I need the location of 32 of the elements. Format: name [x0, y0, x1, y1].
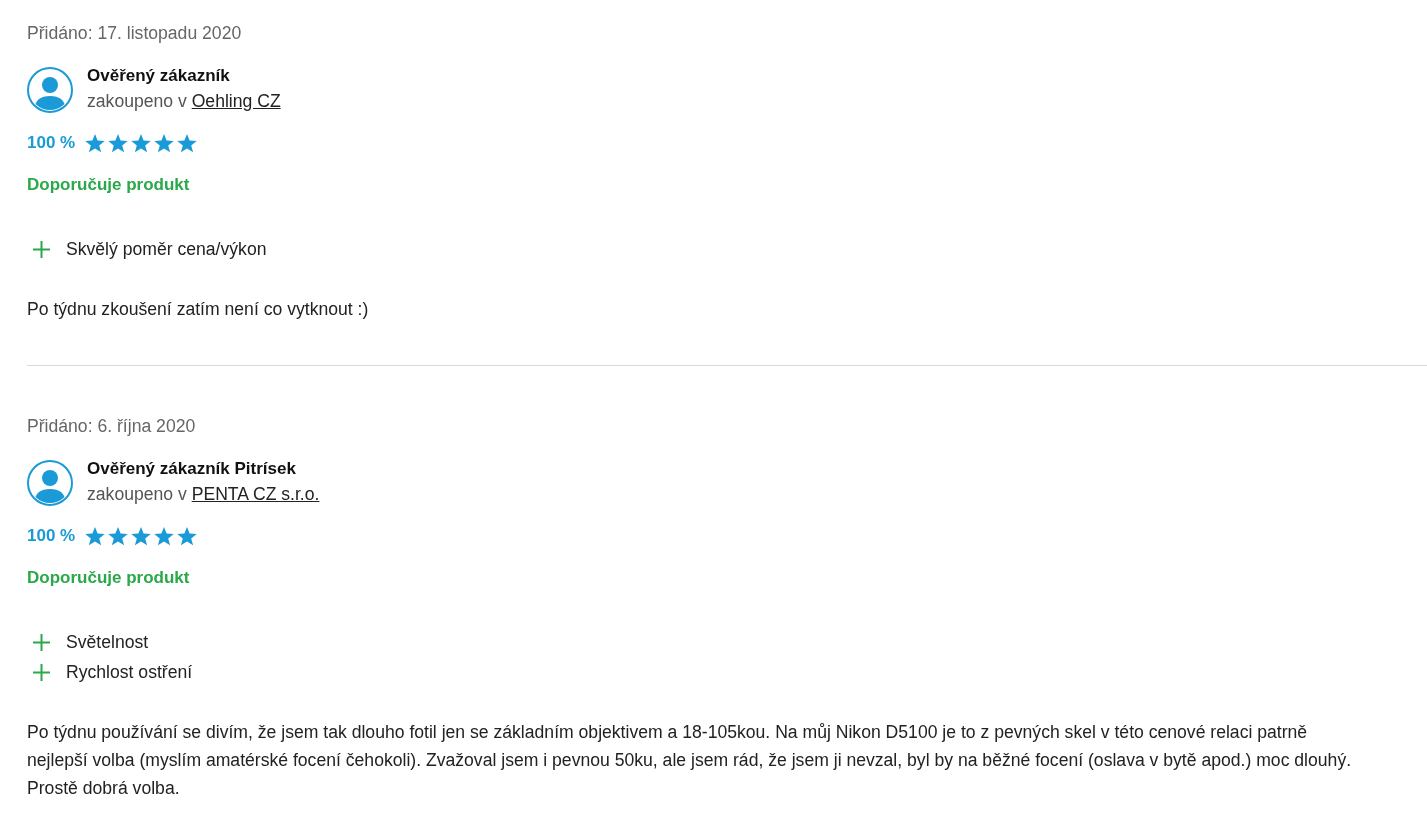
author-name: Ověřený zákazník Pitrísek — [87, 458, 297, 480]
star-icon — [177, 526, 198, 546]
star-icon — [154, 133, 175, 153]
avatar-icon — [27, 460, 73, 506]
star-icon — [85, 133, 106, 153]
shop-link[interactable]: Oehling CZ — [191, 91, 281, 111]
star-icon — [85, 526, 106, 546]
plus-icon — [33, 663, 50, 681]
pro-text: Skvělý poměr cena/výkon — [66, 238, 267, 261]
purchase-info: zakoupeno v PENTA CZ s.r.o. — [87, 483, 320, 506]
avatar-icon — [27, 67, 73, 113]
pro-text: Rychlost ostření — [66, 661, 193, 684]
review-text: Po týdnu zkoušení zatím není co vytknout :) — [27, 298, 370, 321]
recommendation-text: Doporučuje produkt — [27, 174, 191, 196]
star-icon — [108, 526, 129, 546]
shop-link[interactable]: PENTA CZ s.r.o. — [191, 484, 320, 504]
star-icon — [154, 526, 175, 546]
purchase-info: zakoupeno v Oehling CZ — [87, 90, 281, 113]
star-icon — [131, 526, 152, 546]
star-icon — [131, 133, 152, 153]
plus-icon — [33, 240, 50, 258]
author-name: Ověřený zákazník — [87, 65, 231, 87]
star-icon — [177, 133, 198, 153]
date-added: Přidáno: 17. listopadu 2020 — [27, 22, 243, 44]
review-text: Po týdnu používání se divím, že jsem tak dlouho fotil jen se základním objektivem a 18-105kou. Na můj Nikon D5100 je to z pevných skel v této cenové relaci patrně nejlepší volba (myslím amatérské focení čehokoli). Zvažoval jsem i pevnou 50ku, ale jsem rád, že jsem ji nevzal, byl by na běžné focení (oslava v bytě apod.) moc dlouhý. Prostě dobrá volba. — [27, 721, 1353, 800]
recommendation-text: Doporučuje produkt — [27, 567, 191, 589]
plus-icon — [33, 633, 50, 651]
star-icon — [108, 133, 129, 153]
rating-percent: 100 % — [27, 525, 76, 547]
date-added: Přidáno: 6. října 2020 — [27, 415, 197, 437]
pro-text: Světelnost — [66, 631, 149, 654]
rating-percent: 100 % — [27, 132, 76, 154]
